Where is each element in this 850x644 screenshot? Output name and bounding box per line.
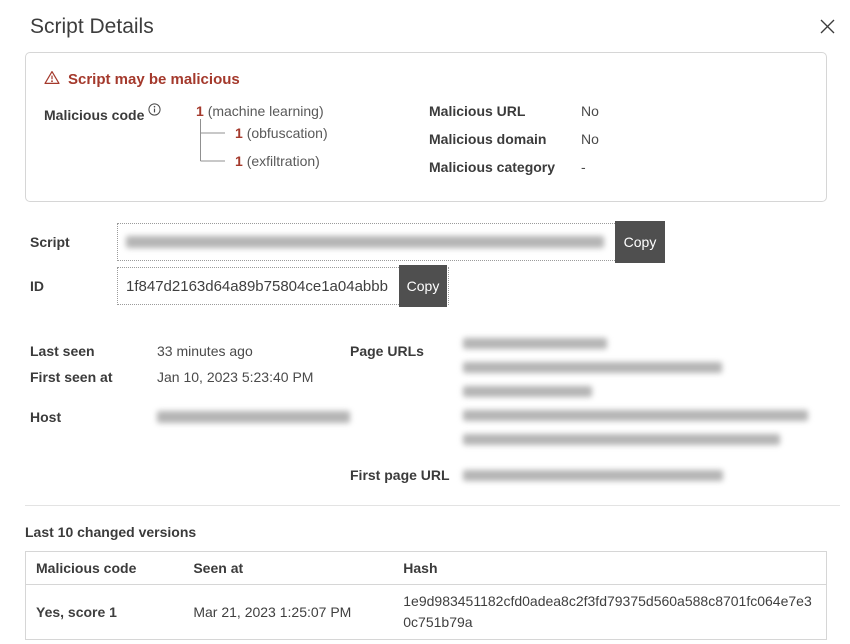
cell-malicious-code: Yes, score 1 bbox=[26, 585, 184, 640]
warning-header: Script may be malicious bbox=[44, 70, 808, 89]
id-label: ID bbox=[30, 278, 117, 294]
tree-branch-count: 1 bbox=[235, 125, 243, 141]
last-seen-value: 33 minutes ago bbox=[157, 343, 253, 359]
cell-hash: 1e9d983451182cfd0adea8c2f3fd79375d560a58… bbox=[393, 585, 826, 640]
copy-id-button[interactable]: Copy bbox=[399, 265, 447, 307]
meta-left-column: Last seen 33 minutes ago First seen at J… bbox=[30, 343, 350, 425]
tree-branch-count: 1 bbox=[235, 153, 243, 169]
redacted-first-page-url bbox=[463, 470, 723, 481]
last-seen-label: Last seen bbox=[30, 343, 157, 359]
redacted-page-url-line bbox=[463, 338, 607, 349]
column-header-seen-at: Seen at bbox=[183, 552, 393, 585]
malicious-code-label-group: Malicious code bbox=[44, 103, 196, 124]
id-value: 1f847d2163d64a89b75804ce1a04abbb bbox=[118, 278, 388, 295]
malicious-url-row: Malicious URL No bbox=[429, 103, 808, 119]
first-seen-value: Jan 10, 2023 5:23:40 PM bbox=[157, 369, 313, 385]
last-seen-row: Last seen 33 minutes ago bbox=[30, 343, 350, 359]
redacted-page-url-line bbox=[463, 362, 722, 373]
close-button[interactable] bbox=[815, 14, 840, 39]
first-seen-label: First seen at bbox=[30, 369, 157, 385]
column-header-malicious-code: Malicious code bbox=[26, 552, 184, 585]
malicious-indicators: Malicious URL No Malicious domain No Mal… bbox=[429, 103, 808, 187]
first-seen-row: First seen at Jan 10, 2023 5:23:40 PM bbox=[30, 369, 350, 385]
versions-table-header-row: Malicious code Seen at Hash bbox=[26, 552, 827, 585]
warning-title: Script may be malicious bbox=[68, 71, 240, 88]
id-field-row: ID 1f847d2163d64a89b75804ce1a04abbb Copy bbox=[30, 267, 850, 305]
tree-branch-label: (exfiltration) bbox=[247, 153, 320, 169]
info-circle-icon bbox=[148, 104, 161, 119]
redacted-page-url-line bbox=[463, 410, 808, 421]
table-row: Yes, score 1 Mar 21, 2023 1:25:07 PM 1e9… bbox=[26, 585, 827, 640]
malicious-code-tree: 1 (machine learning) 1 (obfuscation) bbox=[196, 103, 429, 175]
malicious-category-value: - bbox=[581, 159, 586, 175]
tree-branch-label: (obfuscation) bbox=[247, 125, 328, 141]
info-button[interactable] bbox=[148, 103, 161, 116]
malicious-url-value: No bbox=[581, 103, 599, 119]
malicious-domain-value: No bbox=[581, 131, 599, 147]
versions-table: Malicious code Seen at Hash Yes, score 1… bbox=[25, 551, 827, 640]
section-divider bbox=[25, 505, 840, 506]
redacted-page-url-line bbox=[463, 434, 780, 445]
id-value-field[interactable]: 1f847d2163d64a89b75804ce1a04abbb Copy bbox=[117, 267, 449, 305]
cell-seen-at: Mar 21, 2023 1:25:07 PM bbox=[183, 585, 393, 640]
host-label: Host bbox=[30, 409, 157, 425]
first-page-url-row: First page URL bbox=[350, 467, 827, 483]
warning-triangle-icon bbox=[44, 70, 60, 89]
tree-branch: 1 (exfiltration) bbox=[235, 147, 328, 175]
malicious-url-label: Malicious URL bbox=[429, 103, 581, 119]
versions-heading: Last 10 changed versions bbox=[25, 524, 850, 540]
tree-branch: 1 (obfuscation) bbox=[235, 119, 328, 147]
malicious-domain-label: Malicious domain bbox=[429, 131, 581, 147]
malicious-code-label: Malicious code bbox=[44, 107, 144, 123]
tree-connector-lines bbox=[196, 119, 229, 175]
redacted-page-url-list bbox=[463, 338, 827, 458]
malicious-category-row: Malicious category - bbox=[429, 159, 808, 175]
malicious-category-label: Malicious category bbox=[429, 159, 581, 175]
modal-header: Script Details bbox=[0, 0, 850, 39]
close-icon bbox=[820, 19, 835, 34]
tree-root-label: (machine learning) bbox=[208, 103, 324, 119]
host-row: Host bbox=[30, 409, 350, 425]
page-urls-label: Page URLs bbox=[350, 343, 463, 458]
column-header-hash: Hash bbox=[393, 552, 826, 585]
malicious-domain-row: Malicious domain No bbox=[429, 131, 808, 147]
page-title: Script Details bbox=[30, 15, 154, 39]
page-urls-row: Page URLs bbox=[350, 343, 827, 458]
meta-section: Last seen 33 minutes ago First seen at J… bbox=[30, 343, 827, 483]
copy-script-button[interactable]: Copy bbox=[615, 221, 665, 263]
redacted-host-value bbox=[157, 411, 350, 423]
meta-right-column: Page URLs First page URL bbox=[350, 343, 827, 483]
first-page-url-label: First page URL bbox=[350, 467, 463, 483]
tree-root: 1 (machine learning) bbox=[196, 103, 429, 119]
tree-root-count: 1 bbox=[196, 103, 204, 119]
redacted-page-url-line bbox=[463, 386, 592, 397]
redacted-script-value bbox=[126, 236, 604, 248]
malicious-warning-card: Script may be malicious Malicious code 1… bbox=[25, 52, 827, 202]
script-label: Script bbox=[30, 234, 117, 250]
script-field-row: Script Copy bbox=[30, 223, 850, 261]
script-value-field[interactable]: Copy bbox=[117, 223, 665, 261]
